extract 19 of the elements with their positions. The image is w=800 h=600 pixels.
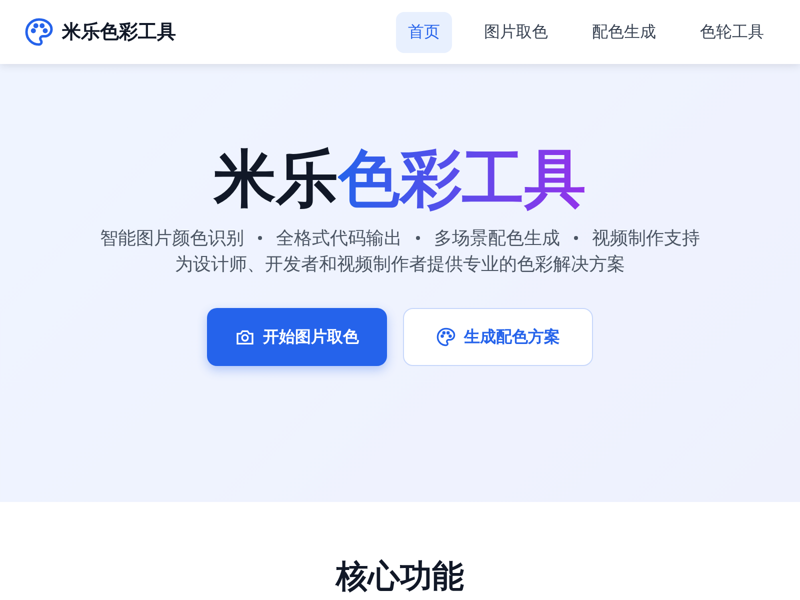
separator-dot-icon [258,236,262,240]
start-picking-button[interactable]: 开始图片取色 [207,308,387,366]
feature-text: 智能图片颜色识别 [100,227,244,250]
palette-icon [24,17,54,47]
feature-text: 多场景配色生成 [434,227,560,250]
nav-link[interactable]: 首页 [396,12,452,52]
nav-link[interactable]: 色轮工具 [688,12,776,52]
separator-dot-icon [416,236,420,240]
separator-dot-icon [574,236,578,240]
tagline-text: 为设计师、开发者和视频制作者提供专业的色彩解决方案 [175,253,625,276]
feature-text: 视频制作支持 [592,227,700,250]
palette-icon [436,327,456,347]
nav-link[interactable]: 配色生成 [580,12,668,52]
feature-text: 全格式代码输出 [276,227,402,250]
hero-title: 米乐 [214,142,338,216]
generate-scheme-button[interactable]: 生成配色方案 [403,308,593,366]
section-title: 核心功能 [336,558,464,594]
nav-link[interactable]: 图片取色 [472,12,560,52]
logo-text: 米乐色彩工具 [62,20,176,45]
